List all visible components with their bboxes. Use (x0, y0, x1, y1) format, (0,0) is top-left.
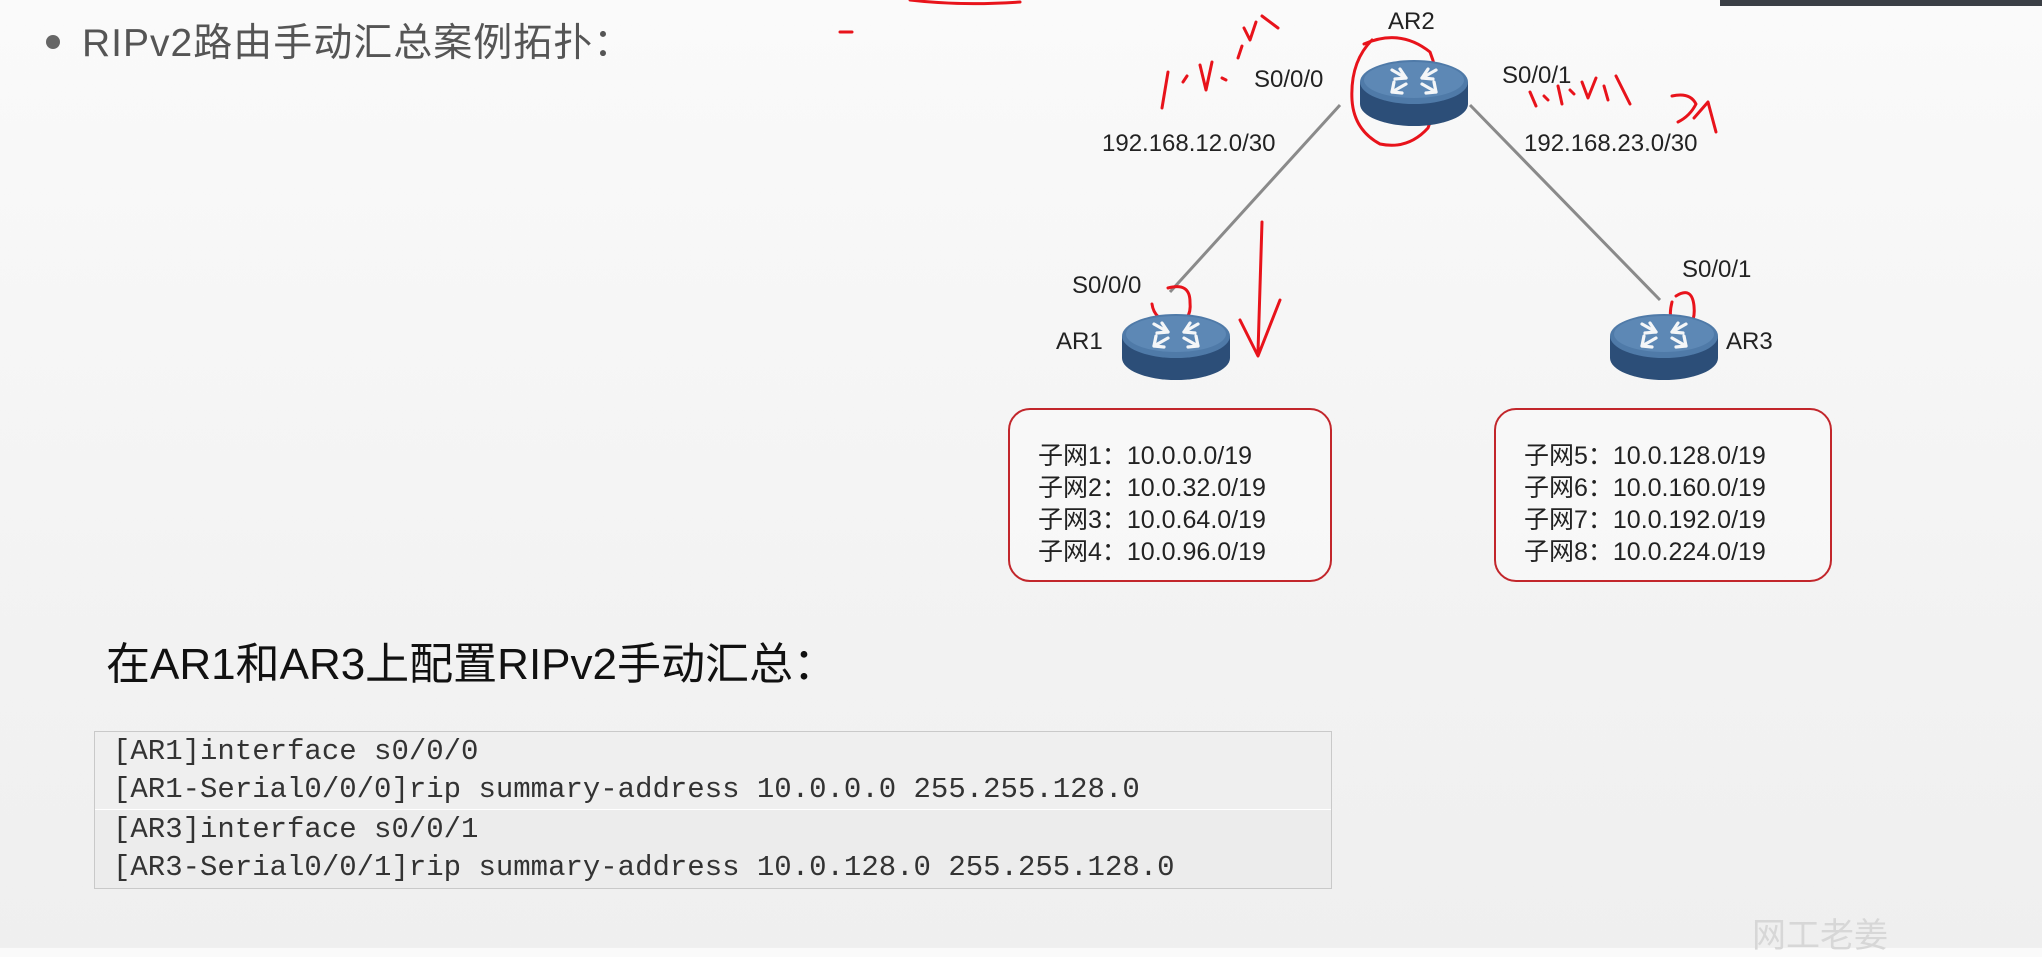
subnet-row: 子网7：10.0.192.0/19 (1524, 506, 1766, 534)
router-ar2[interactable] (1358, 52, 1470, 134)
subnet-box-ar1: 子网1：10.0.0.0/19 子网2：10.0.32.0/19 子网3：10.… (1008, 408, 1332, 582)
subnet-row: 子网8：10.0.224.0/19 (1524, 538, 1766, 566)
config-heading: 在AR1和AR3上配置RIPv2手动汇总： (106, 640, 838, 689)
cli-block: [AR1]interface s0/0/0 [AR1-Serial0/0/0]r… (94, 731, 1332, 889)
ar3-label: AR3 (1726, 328, 1773, 355)
subnet-row: 子网1：10.0.0.0/19 (1038, 442, 1253, 470)
router-ar3[interactable] (1608, 306, 1720, 388)
video-overlay-strip (1720, 0, 2042, 6)
ar2-if-left-label: S0/0/0 (1254, 66, 1324, 93)
link-left-subnet: 192.168.12.0/30 (1102, 130, 1276, 157)
ar2-if-right-label: S0/0/1 (1502, 62, 1572, 89)
cli-line: [AR1]interface s0/0/0 (113, 735, 479, 768)
subnet-row: 子网2：10.0.32.0/19 (1038, 474, 1266, 502)
ar1-label: AR1 (1056, 328, 1103, 355)
subnet-box-ar3: 子网5：10.0.128.0/19 子网6：10.0.160.0/19 子网7：… (1494, 408, 1832, 582)
router-ar1[interactable] (1120, 306, 1232, 388)
ar1-if-label: S0/0/0 (1072, 272, 1142, 299)
annotation-arrow-down (1238, 220, 1282, 358)
subnet-row: 子网6：10.0.160.0/19 (1524, 474, 1766, 502)
subnet-row: 子网4：10.0.96.0/19 (1038, 538, 1266, 566)
router-icon (1610, 314, 1718, 380)
subnet-row: 子网3：10.0.64.0/19 (1038, 506, 1266, 534)
ar3-if-label: S0/0/1 (1682, 256, 1752, 283)
cli-line: [AR3]interface s0/0/1 (113, 813, 479, 846)
annotation-scribble-left (1160, 14, 1280, 110)
cli-line: [AR3-Serial0/0/1]rip summary-address 10.… (113, 851, 1175, 884)
router-icon (1360, 60, 1468, 126)
watermark: 网工老姜 (1752, 917, 1888, 955)
router-icon (1122, 314, 1230, 380)
subnet-row: 子网5：10.0.128.0/19 (1524, 442, 1766, 470)
annotation-top-arc (908, 0, 1022, 6)
link-right-subnet: 192.168.23.0/30 (1524, 130, 1698, 157)
cli-line: [AR1-Serial0/0/0]rip summary-address 10.… (113, 773, 1140, 806)
ar2-label: AR2 (1388, 8, 1435, 35)
